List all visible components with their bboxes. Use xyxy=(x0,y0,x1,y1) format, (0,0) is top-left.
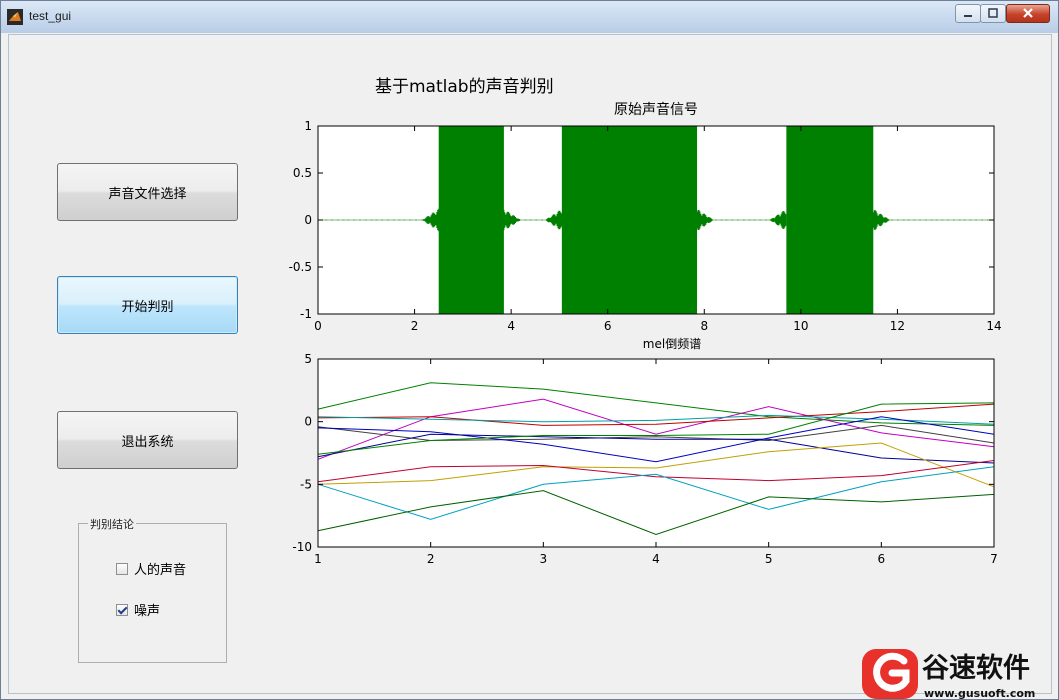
noise-label: 噪声 xyxy=(134,604,161,619)
x-tick-label-2: 4 xyxy=(652,552,660,566)
x-tick-label-1: 14 xyxy=(986,319,1001,333)
result-groupbox xyxy=(78,523,227,663)
plot-area-2 xyxy=(318,359,994,547)
x-tick-label-2: 5 xyxy=(765,552,773,566)
watermark-url: www.gusuoft.com xyxy=(924,687,1035,700)
x-tick-label-1: 2 xyxy=(411,319,419,333)
x-tick-label-2: 2 xyxy=(427,552,435,566)
human-voice-label: 人的声音 xyxy=(134,563,187,578)
title-bar[interactable]: test_gui xyxy=(1,1,1058,33)
human-voice-checkbox-row[interactable]: 人的声音 xyxy=(116,559,186,578)
y-tick-label-2: -5 xyxy=(300,477,312,491)
y-tick-label-1: 1 xyxy=(304,119,312,133)
human-voice-checkbox[interactable] xyxy=(116,562,128,575)
x-tick-label-1: 8 xyxy=(700,319,708,333)
matlab-icon xyxy=(7,9,23,25)
result-groupbox-title: 判别结论 xyxy=(88,516,136,532)
x-tick-label-1: 0 xyxy=(314,319,322,333)
minimize-button[interactable] xyxy=(955,4,981,23)
chart-title-1: 原始声音信号 xyxy=(614,101,698,118)
y-tick-label-1: 0.5 xyxy=(293,166,312,180)
x-tick-label-1: 10 xyxy=(793,319,808,333)
mel-cepstrum-chart: mel倒频谱 1 2 3 4 5 6 7 5 0 -5 -10 xyxy=(292,337,998,566)
x-tick-label-2: 6 xyxy=(878,552,886,566)
close-icon xyxy=(1023,8,1033,18)
main-title: 基于matlab的声音判别 xyxy=(375,77,554,97)
y-tick-label-2: 0 xyxy=(304,415,312,429)
y-tick-label-1: -0.5 xyxy=(289,260,312,274)
exit-system-button[interactable]: 退出系统 xyxy=(57,411,238,469)
signal-burst-2 xyxy=(561,126,698,314)
maximize-icon xyxy=(988,8,998,18)
y-tick-label-2: -10 xyxy=(292,540,312,554)
x-tick-label-2: 3 xyxy=(540,552,548,566)
signal-burst-3 xyxy=(786,126,874,314)
noise-checkbox-row[interactable]: 噪声 xyxy=(116,600,160,619)
y-tick-label-1: -1 xyxy=(300,307,312,321)
x-tick-label-1: 6 xyxy=(604,319,612,333)
watermark-brand: 谷速软件 xyxy=(922,653,1030,684)
close-button[interactable] xyxy=(1006,4,1050,23)
chart-title-2: mel倒频谱 xyxy=(643,337,701,351)
y-tick-label-2: 5 xyxy=(304,352,312,366)
start-detection-button[interactable]: 开始判别 xyxy=(57,276,238,334)
noise-checkbox[interactable] xyxy=(116,603,128,616)
original-signal-chart: 原始声音信号0246810121410.50-0.5-1x 104 xyxy=(289,101,1002,333)
maximize-button[interactable] xyxy=(980,4,1006,23)
minimize-icon xyxy=(964,15,972,17)
window-title: test_gui xyxy=(29,9,72,23)
x-tick-label-2: 1 xyxy=(314,552,322,566)
signal-burst-1 xyxy=(438,126,504,314)
x-tick-label-1: 4 xyxy=(507,319,515,333)
app-window: test_gui 基于matlab的声音判别 声音文件选择 开始判别 退出系统 … xyxy=(0,0,1059,700)
x-tick-label-2: 7 xyxy=(990,552,998,566)
x-tick-label-1: 12 xyxy=(890,319,905,333)
select-sound-file-button[interactable]: 声音文件选择 xyxy=(57,163,238,221)
watermark-logo: 谷速软件 www.gusuoft.com xyxy=(862,649,1035,700)
y-tick-label-1: 0 xyxy=(304,213,312,227)
